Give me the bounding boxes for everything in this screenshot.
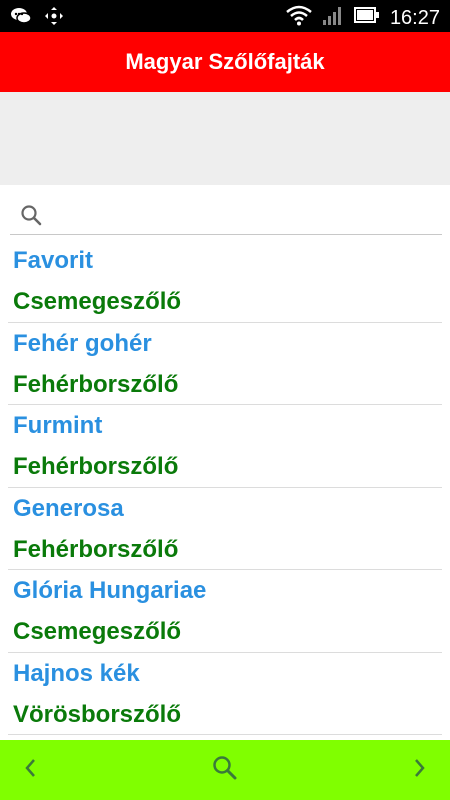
- variety-name: Fehér gohér: [13, 329, 152, 357]
- signal-icon: [322, 4, 344, 31]
- chevron-left-icon: [23, 757, 37, 784]
- variety-type: Fehérborszőlő: [13, 370, 179, 398]
- list-item[interactable]: Generosa Fehérborszőlő: [8, 488, 442, 570]
- variety-name: Glória Hungariae: [13, 577, 207, 604]
- variety-type: Fehérborszőlő: [13, 453, 179, 480]
- previous-button[interactable]: [0, 740, 60, 800]
- banner-area: [0, 92, 450, 185]
- variety-type: Fehérborszőlő: [13, 535, 179, 563]
- next-button[interactable]: [390, 740, 450, 800]
- app-title: Magyar Szőlőfajták: [125, 49, 325, 74]
- status-bar-left: [10, 6, 64, 31]
- search-input[interactable]: [46, 196, 442, 233]
- chevron-right-icon: [413, 757, 427, 784]
- variety-name: Furmint: [13, 412, 103, 439]
- status-bar: 16:27: [0, 0, 450, 32]
- clock: 16:27: [389, 6, 440, 29]
- search-icon: [212, 755, 238, 786]
- variety-name: Favorit: [13, 247, 94, 274]
- list-item[interactable]: Furmint Fehérborszőlő: [8, 405, 442, 488]
- grape-list: Favorit Csemegeszőlő Fehér gohér Fehérbo…: [0, 240, 450, 740]
- list-item[interactable]: Favorit Csemegeszőlő: [8, 240, 442, 323]
- status-bar-right: 16:27: [286, 4, 440, 31]
- list-item[interactable]: Fehér gohér Fehérborszőlő: [8, 323, 442, 405]
- search-bar[interactable]: [10, 195, 442, 235]
- bottom-bar: [0, 740, 450, 800]
- list-item[interactable]: Hajnos kék Vörösborszőlő: [8, 653, 442, 735]
- list-item[interactable]: Glória Hungariae Csemegeszőlő: [8, 570, 442, 653]
- variety-name: Generosa: [13, 494, 124, 522]
- app-bar: Magyar Szőlőfajták: [0, 32, 450, 92]
- wifi-icon: [286, 4, 312, 31]
- move-icon: [44, 6, 64, 31]
- variety-type: Csemegeszőlő: [13, 618, 182, 645]
- variety-type: Csemegeszőlő: [13, 288, 182, 315]
- battery-icon: [353, 6, 380, 29]
- variety-type: Vörösborszőlő: [13, 700, 182, 728]
- search-icon[interactable]: [16, 200, 46, 230]
- chat-icon: [10, 6, 32, 31]
- variety-name: Hajnos kék: [13, 659, 140, 687]
- bottom-search-button[interactable]: [195, 740, 255, 800]
